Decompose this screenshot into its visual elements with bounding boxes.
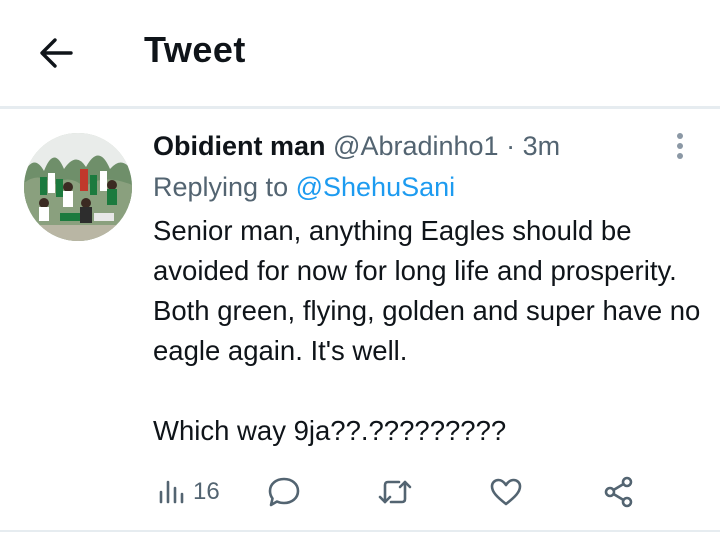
author-handle[interactable]: @Abradinho1 [333, 131, 499, 161]
replying-mention-link[interactable]: @ShehuSani [296, 172, 456, 202]
reply-button[interactable] [267, 472, 301, 512]
analytics-bars-icon [159, 480, 184, 504]
retweet-icon [378, 480, 412, 504]
author-name[interactable]: Obidient man [153, 131, 326, 161]
retweet-button[interactable] [377, 472, 413, 512]
tweet-meta: Obidient man @Abradinho1 · 3m [153, 127, 703, 165]
like-button[interactable] [489, 472, 523, 512]
share-icon [604, 476, 633, 508]
profile-photo [24, 133, 132, 241]
replying-prefix: Replying to [153, 172, 289, 202]
top-bar: Tweet [0, 0, 720, 106]
more-options-button[interactable] [664, 129, 696, 163]
avatar[interactable] [24, 133, 132, 241]
tweet-divider [0, 530, 720, 532]
page-title: Tweet [144, 29, 246, 70]
share-button[interactable] [603, 472, 635, 512]
tweet-content: Obidient man @Abradinho1 · 3m Replying t… [153, 127, 703, 451]
more-vertical-icon [677, 133, 683, 139]
back-button[interactable] [28, 28, 84, 78]
meta-separator: · [506, 131, 516, 161]
timestamp[interactable]: 3m [523, 131, 561, 161]
tweet-text: Senior man, anything Eagles should be av… [153, 215, 701, 446]
replying-to: Replying to @ShehuSani [153, 168, 703, 206]
arrow-left-icon [40, 38, 73, 68]
views-count: 16 [193, 478, 220, 505]
heart-icon [490, 478, 522, 506]
more-vertical-icon-dot [677, 143, 683, 149]
more-vertical-icon-dot [677, 153, 683, 159]
reply-bubble-icon [268, 477, 300, 507]
views-button[interactable]: 16 [157, 472, 220, 512]
tweet-actions: 16 [153, 472, 653, 512]
tweet[interactable]: Obidient man @Abradinho1 · 3m Replying t… [0, 109, 720, 530]
